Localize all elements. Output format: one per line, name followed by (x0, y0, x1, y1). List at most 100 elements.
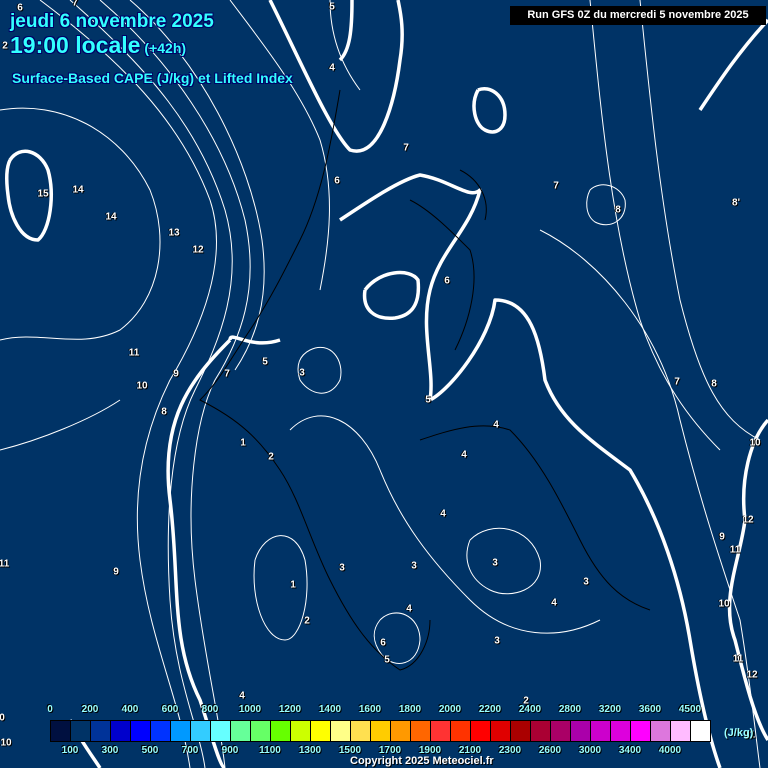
contour-label: 12 (742, 514, 754, 526)
legend-tick-label: 4500 (678, 704, 702, 715)
legend-swatch (691, 721, 710, 741)
legend-swatch (351, 721, 371, 741)
legend-tick-label: 1800 (398, 704, 422, 715)
contour-label: 4 (406, 603, 412, 615)
legend-swatch (491, 721, 511, 741)
contour-label: 7 (403, 142, 409, 154)
legend-swatch (271, 721, 291, 741)
forecast-date: jeudi 6 novembre 2025 (10, 11, 214, 32)
legend-swatch (131, 721, 151, 741)
contour-label: 3 (411, 560, 417, 572)
contour-label: 15 (37, 188, 49, 200)
legend-tick-label: 2300 (498, 745, 522, 756)
legend-swatch (391, 721, 411, 741)
legend-swatch (171, 721, 191, 741)
contour-label: 11 (0, 558, 10, 570)
contour-label: 6 (444, 275, 450, 287)
contour-label: 5 (329, 1, 335, 13)
legend-swatch (151, 721, 171, 741)
legend-tick-label: 3000 (578, 745, 602, 756)
legend-swatch (291, 721, 311, 741)
contour-label: 5 (262, 356, 268, 368)
legend-tick-label: 200 (81, 704, 99, 715)
legend-tick-label: 0 (47, 704, 53, 715)
legend-tick-label: 300 (101, 745, 119, 756)
legend-tick-label: 700 (181, 745, 199, 756)
contour-label: 10 (0, 737, 12, 749)
legend-swatch (311, 721, 331, 741)
legend-swatch (651, 721, 671, 741)
lifted-index-zero-contours (4, 0, 768, 768)
lifted-index-thin-contours (0, 0, 761, 768)
legend-swatch (471, 721, 491, 741)
legend-swatch (191, 721, 211, 741)
legend-tick-label: 1200 (278, 704, 302, 715)
legend-swatch (91, 721, 111, 741)
legend-tick-label: 900 (221, 745, 239, 756)
legend-swatch (111, 721, 131, 741)
legend-swatch (671, 721, 691, 741)
copyright: Copyright 2025 Meteociel.fr (350, 755, 494, 767)
legend-tick-label: 1600 (358, 704, 382, 715)
contour-label: 11 (729, 544, 741, 556)
legend-swatch (71, 721, 91, 741)
legend-swatch (371, 721, 391, 741)
legend-swatch (431, 721, 451, 741)
contour-label: 0 (0, 712, 5, 724)
contour-label: 4 (440, 508, 446, 520)
contour-label: 7 (674, 376, 680, 388)
contour-label: 5 (384, 654, 390, 666)
forecast-time: 19:00 locale (+42h) (10, 32, 186, 59)
legend-tick-label: 400 (121, 704, 139, 715)
contour-label: 12 (746, 669, 758, 681)
contour-label: 2 (2, 40, 8, 52)
contour-label: 8 (615, 204, 621, 216)
legend-tick-label: 100 (61, 745, 79, 756)
contour-label: 10 (718, 598, 730, 610)
legend-swatch (571, 721, 591, 741)
legend-swatch (331, 721, 351, 741)
contour-label: 7 (224, 368, 230, 380)
contour-label: 3 (299, 367, 305, 379)
legend-tick-label: 1400 (318, 704, 342, 715)
legend-tick-label: 2800 (558, 704, 582, 715)
contour-label: 9 (173, 368, 179, 380)
contour-label: 3 (492, 557, 498, 569)
contour-label: 14 (105, 211, 117, 223)
legend-tick-label: 1100 (259, 745, 281, 756)
contour-label: 4 (329, 62, 335, 74)
legend-tick-label: 2200 (478, 704, 502, 715)
contour-label: 8 (711, 378, 717, 390)
contour-label: 8' (732, 197, 740, 209)
legend-tick-label: 600 (161, 704, 179, 715)
legend-tick-label: 2600 (538, 745, 562, 756)
legend-tick-label: 3400 (618, 745, 642, 756)
contour-label: 11 (128, 347, 140, 359)
contour-label: 6 (380, 637, 386, 649)
contour-label: 3 (583, 576, 589, 588)
legend-swatch (251, 721, 271, 741)
legend-swatch (451, 721, 471, 741)
lead-time: (+42h) (144, 40, 187, 56)
contour-label: 8 (161, 406, 167, 418)
legend-swatch (411, 721, 431, 741)
legend-tick-label: 1300 (298, 745, 322, 756)
legend-swatch (551, 721, 571, 741)
contour-label: 6 (334, 175, 340, 187)
contour-label: 10 (749, 437, 761, 449)
legend-tick-label: 1000 (238, 704, 262, 715)
contour-label: 5 (425, 394, 431, 406)
contour-label: 13 (168, 227, 180, 239)
contour-label: 12 (192, 244, 204, 256)
legend-tick-label: 3600 (638, 704, 662, 715)
contour-label: 2 (304, 615, 310, 627)
legend-swatch (51, 721, 71, 741)
contour-label: 4 (461, 449, 467, 461)
legend-swatch (211, 721, 231, 741)
local-time: 19:00 locale (10, 32, 141, 58)
contour-label: 4 (551, 597, 557, 609)
legend-tick-label: 2000 (438, 704, 462, 715)
contour-label: 4 (493, 419, 499, 431)
legend-swatch (231, 721, 251, 741)
contour-label: 1 (290, 579, 296, 591)
